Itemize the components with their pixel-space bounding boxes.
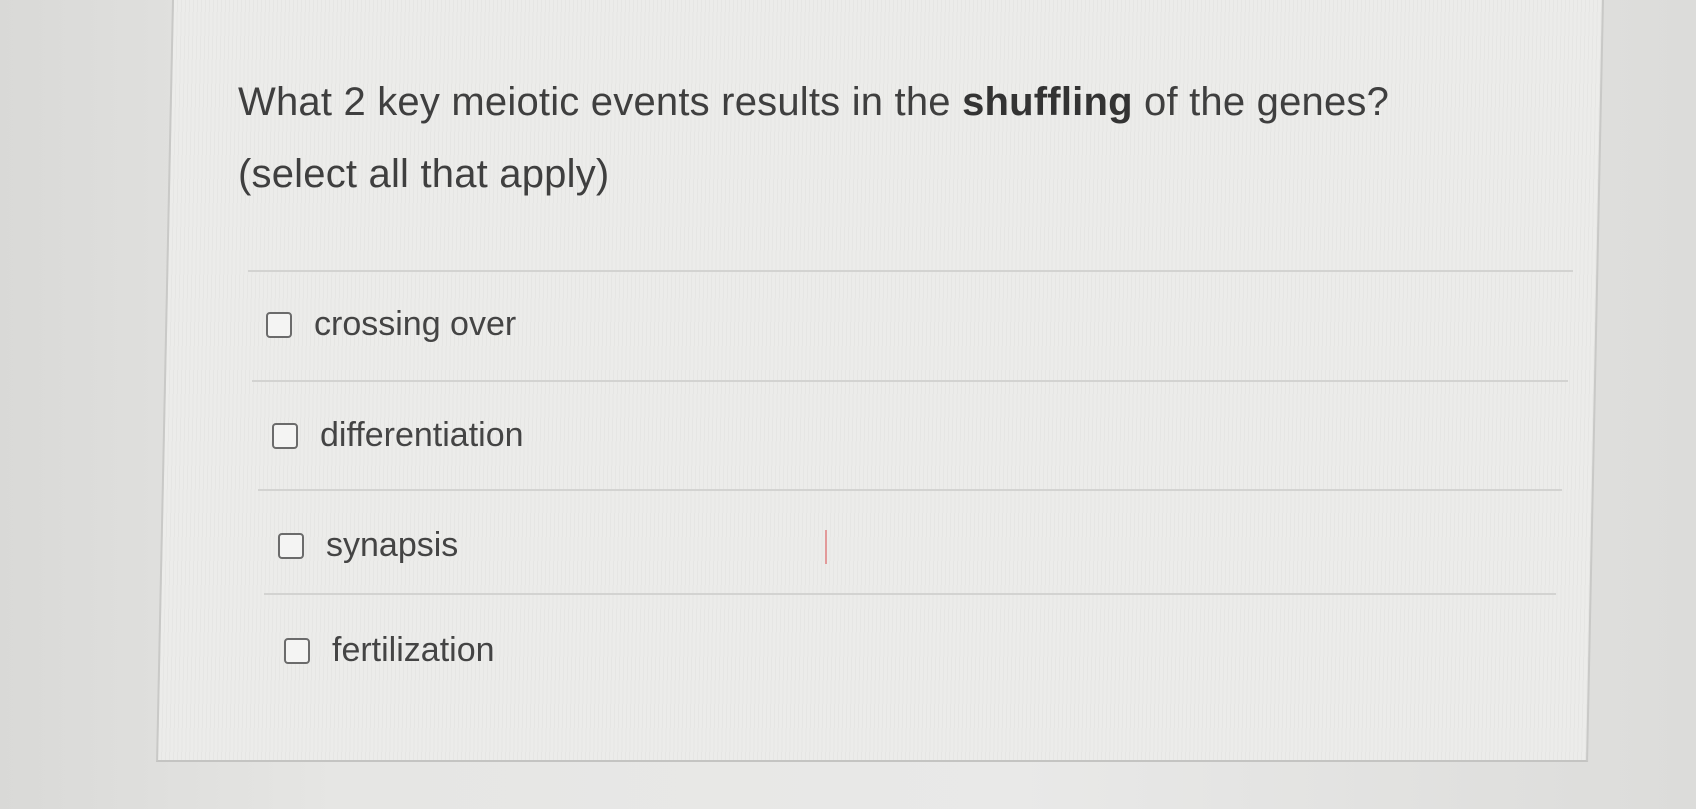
question-instruction: (select all that apply)	[238, 152, 610, 196]
checkbox[interactable]	[278, 532, 304, 559]
option-label[interactable]: differentiation	[320, 416, 524, 455]
option-differentiation[interactable]: differentiation	[272, 416, 524, 455]
option-label[interactable]: synapsis	[326, 526, 458, 565]
divider	[248, 270, 1573, 272]
question-emphasis: shuffling	[962, 80, 1133, 124]
checkbox[interactable]	[272, 422, 298, 449]
checkbox[interactable]	[284, 637, 310, 664]
question-container: What 2 key meiotic events results in the…	[238, 66, 1578, 210]
option-crossing-over[interactable]: crossing over	[266, 305, 516, 344]
option-label[interactable]: crossing over	[314, 305, 516, 344]
option-synapsis[interactable]: synapsis	[278, 526, 458, 565]
option-fertilization[interactable]: fertilization	[284, 631, 495, 670]
question-text-part2: of the genes?	[1132, 80, 1390, 124]
question-text-part1: What 2 key meiotic events results in the	[238, 80, 963, 124]
divider	[264, 593, 1556, 595]
divider	[258, 489, 1562, 491]
divider	[252, 380, 1568, 382]
question-text: What 2 key meiotic events results in the…	[238, 66, 1578, 210]
text-cursor-mark	[825, 530, 827, 564]
option-label[interactable]: fertilization	[332, 631, 495, 670]
checkbox[interactable]	[266, 311, 292, 338]
